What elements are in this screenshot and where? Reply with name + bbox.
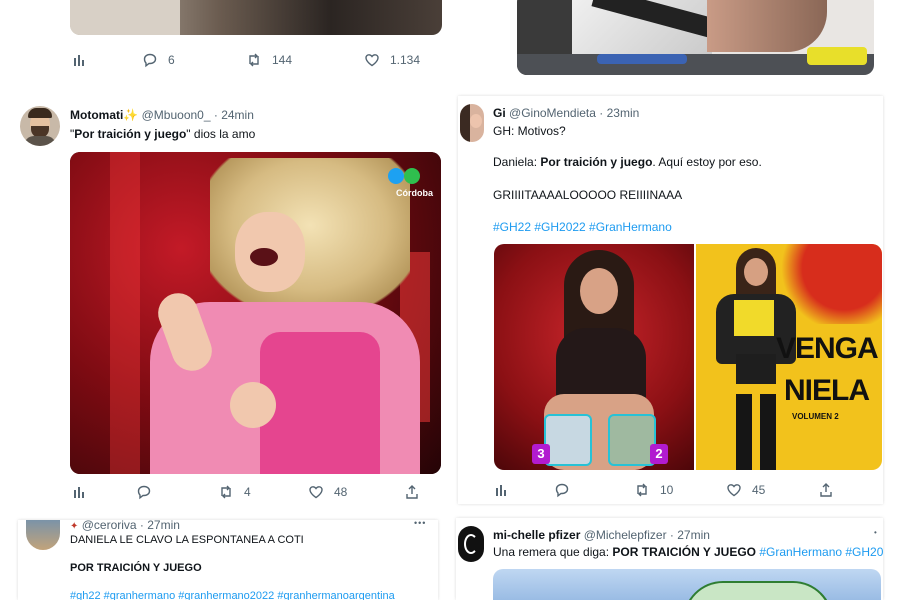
retweet-icon: [249, 53, 259, 67]
retweet-count: 144: [272, 53, 293, 67]
display-name[interactable]: Gi: [493, 106, 506, 120]
tweet-header: ✦ @ceroriva · 27min: [70, 520, 180, 532]
retweet-button[interactable]: 144: [246, 52, 292, 68]
timestamp[interactable]: · 27min: [670, 528, 710, 542]
like-button[interactable]: 48: [308, 484, 347, 500]
handle[interactable]: @Michelepfizer: [584, 528, 667, 542]
tweet-media[interactable]: [70, 0, 442, 35]
text-rest: dios la amo: [190, 127, 256, 141]
tweet-text: "Por traición y juego" dios la amo: [70, 126, 255, 142]
like-button[interactable]: 45: [726, 482, 765, 498]
heart-icon: [365, 54, 379, 67]
tweet-line-2: POR TRAICIÓN Y JUEGO: [70, 562, 202, 574]
retweet-button[interactable]: 4: [218, 484, 251, 500]
tweet-image[interactable]: [493, 569, 881, 600]
tweet-header: mi-chelle pfizer @Michelepfizer · 27min: [493, 528, 710, 542]
heart-icon: [727, 484, 741, 497]
analytics-button[interactable]: [72, 52, 88, 68]
hashtags[interactable]: #gh22 #granhermano #granhermano2022 #gra…: [70, 588, 395, 600]
like-count: 48: [334, 485, 348, 499]
line2-suffix: . Aquí estoy por eso.: [652, 155, 762, 169]
retweet-icon: [637, 483, 647, 497]
tweet-media[interactable]: [517, 0, 874, 75]
timestamp[interactable]: · 23min: [599, 106, 639, 120]
retweet-count: 10: [660, 483, 674, 497]
reply-button[interactable]: [554, 482, 580, 498]
analytics-icon: [496, 485, 506, 496]
bold-phrase: POR TRAICIÓN Y JUEGO: [612, 545, 756, 559]
share-icon: [406, 485, 418, 499]
heart-icon: [309, 486, 323, 499]
retweet-count: 4: [244, 485, 251, 499]
timestamp[interactable]: · 24min: [214, 108, 254, 122]
share-icon: [820, 483, 832, 497]
tweet-card-gi[interactable]: Gi @GinoMendieta · 23min GH: Motivos? Da…: [458, 96, 883, 504]
analytics-button[interactable]: [494, 482, 510, 498]
tweet-line-2: Daniela: Por traición y juego. Aquí esto…: [493, 154, 762, 170]
more-menu-button[interactable]: •••: [414, 520, 426, 528]
share-button[interactable]: [404, 484, 420, 500]
avatar[interactable]: [26, 520, 60, 550]
display-name[interactable]: Motomati: [70, 108, 123, 122]
retweet-button[interactable]: 10: [634, 482, 673, 498]
tweet-header: Motomati✨ @Mbuoon0_ · 24min: [70, 108, 254, 122]
tweet-image-left[interactable]: 3 2: [494, 244, 694, 470]
tweet-card-top-left: 6 144 1.134: [50, 0, 460, 88]
avatar[interactable]: [20, 106, 60, 146]
poster-title-2: NIELA: [784, 374, 870, 407]
sparkle-emoji: ✨: [123, 108, 139, 122]
analytics-button[interactable]: [72, 484, 88, 500]
avatar[interactable]: [460, 104, 484, 142]
tweet-text: Una remera que diga: POR TRAICIÓN Y JUEG…: [493, 544, 883, 560]
bold-phrase: Por traición y juego: [540, 155, 653, 169]
tweet-actions: 10 45: [494, 478, 874, 502]
tweet-card-michelle[interactable]: mi-chelle pfizer @Michelepfizer · 27min …: [456, 518, 883, 600]
tweet-line-3: GRIIIITAAAALOOOOO REIIIINAAA: [493, 188, 683, 202]
channel-logo: Córdoba: [396, 188, 433, 198]
line2-prefix: Daniela:: [493, 155, 541, 169]
bold-phrase: Por traición y juego: [74, 127, 187, 141]
more-menu-button[interactable]: •: [874, 528, 878, 537]
tweet-actions: 4 48: [70, 480, 450, 504]
tweet-header: Gi @GinoMendieta · 23min: [493, 106, 639, 120]
analytics-icon: [74, 487, 84, 498]
handle[interactable]: @GinoMendieta: [509, 106, 596, 120]
reply-count: 6: [168, 53, 175, 67]
poster-subtitle: VOLUMEN 2: [792, 412, 839, 421]
tweet-line-1: DANIELA LE CLAVO LA ESPONTANEA A COTI: [70, 534, 304, 546]
hashtags[interactable]: #GranHermano #GH2022: [756, 545, 883, 559]
like-button[interactable]: 1.134: [364, 52, 420, 68]
flag-icon: ✦: [70, 521, 79, 532]
reply-icon: [143, 53, 157, 68]
tweet-card-motomati[interactable]: Motomati✨ @Mbuoon0_ · 24min "Por traició…: [12, 96, 460, 514]
text-prefix: Una remera que diga:: [493, 545, 613, 559]
handle[interactable]: @ceroriva · 27min: [82, 520, 180, 532]
tweet-line-1: GH: Motivos?: [493, 124, 566, 138]
tweet-image-right[interactable]: VENGA NIELA VOLUMEN 2: [696, 244, 882, 470]
hashtags[interactable]: #GH22 #GH2022 #GranHermano: [493, 219, 672, 235]
vote-badge-left: 3: [532, 444, 550, 464]
share-button[interactable]: [818, 482, 834, 498]
handle[interactable]: @Mbuoon0_: [142, 108, 211, 122]
like-count: 1.134: [390, 53, 421, 67]
display-name[interactable]: mi-chelle pfizer: [493, 528, 580, 542]
vote-badge-right: 2: [650, 444, 668, 464]
tweet-card-ceroriva[interactable]: ✦ @ceroriva · 27min ••• DANIELA LE CLAVO…: [18, 520, 438, 600]
tweet-card-top-right: [505, 0, 885, 80]
tweet-image[interactable]: Córdoba: [70, 152, 441, 474]
analytics-icon: [74, 55, 84, 66]
poster-title-1: VENGA: [776, 332, 879, 365]
retweet-icon: [221, 485, 231, 499]
reply-icon: [555, 483, 569, 498]
avatar[interactable]: [458, 526, 484, 562]
tweet-actions: 6 144 1.134: [50, 46, 460, 74]
reply-button[interactable]: 6: [142, 52, 175, 68]
reply-button[interactable]: [136, 484, 162, 500]
like-count: 45: [752, 483, 766, 497]
reply-icon: [137, 485, 151, 500]
